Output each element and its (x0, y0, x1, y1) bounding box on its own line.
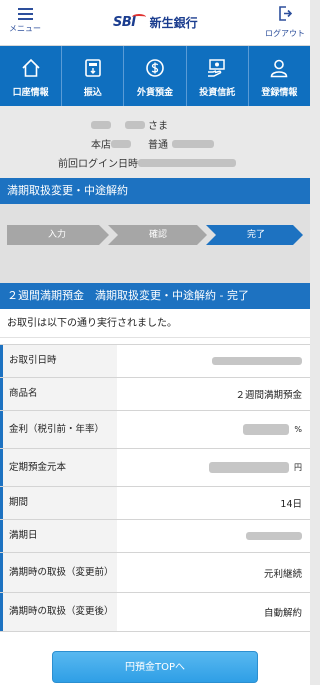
main-nav: 口座情報 振込 外貨預金 投資信託 登録情報 (0, 46, 310, 106)
investment-icon (206, 57, 228, 79)
step-complete: 完了 (246, 230, 265, 240)
row-label: 定期預金元本 (0, 449, 117, 486)
table-row: お取引日時 (0, 344, 310, 377)
nav-item-foreign-deposit[interactable]: 外貨預金 (124, 46, 187, 106)
account-type: 普通 (148, 140, 168, 151)
row-label: 満期日 (0, 520, 117, 552)
detail-table: お取引日時 商品名 ２週間満期預金 金利（税引前・年率） % 定期預金元本 円 … (0, 344, 310, 632)
section-title: 満期取扱変更・中途解約 (0, 178, 310, 204)
table-row: 期間 14日 (0, 486, 310, 519)
step-input: 入力 (47, 230, 66, 240)
masked-branch-number (111, 139, 131, 148)
nav-label: 登録情報 (261, 88, 298, 98)
table-row: 金利（税引前・年率） % (0, 410, 310, 448)
user-icon (269, 57, 289, 79)
logout-button[interactable]: ログアウト (260, 6, 310, 39)
app-header: メニュー SBI 新生銀行 ログアウト (0, 0, 310, 46)
yen-unit: 円 (294, 463, 302, 472)
row-label: 商品名 (0, 378, 117, 410)
last-login-label: 前回ログイン日時 (58, 159, 138, 170)
nav-item-transfer[interactable]: 振込 (62, 46, 125, 106)
brand-name: 新生銀行 (149, 16, 198, 30)
branch-label: 本店 (91, 140, 111, 151)
rate-unit: % (294, 425, 302, 434)
transfer-icon (83, 57, 103, 79)
hamburger-icon (17, 8, 33, 20)
masked-maturity-date (246, 532, 302, 540)
logout-label: ログアウト (265, 29, 305, 38)
masked-interest-rate (243, 424, 290, 435)
masked-transaction-datetime (212, 357, 302, 365)
footer: 円預金TOPへ (0, 632, 310, 685)
row-value: ２週間満期預金 (235, 390, 302, 401)
row-value: 自動解約 (263, 608, 302, 619)
home-icon (21, 57, 41, 79)
table-row: 満期時の取扱（変更後） 自動解約 (0, 592, 310, 632)
currency-icon (145, 57, 165, 79)
row-value: 元利継続 (263, 568, 302, 580)
row-label: 期間 (0, 487, 117, 519)
result-message: お取引は以下の通り実行されました。 (0, 309, 310, 338)
nav-label: 外貨預金 (137, 88, 174, 98)
row-value (117, 520, 310, 552)
nav-item-registration-info[interactable]: 登録情報 (249, 46, 310, 106)
masked-principal (209, 462, 289, 473)
row-label: 金利（税引前・年率） (0, 411, 117, 448)
row-value (117, 345, 310, 377)
result-title: ２週間満期預金 満期取扱変更・中途解約 - 完了 (0, 283, 310, 309)
nav-item-investment-trust[interactable]: 投資信託 (187, 46, 249, 106)
logo-swoosh-icon (131, 13, 146, 20)
logout-icon (279, 6, 293, 21)
masked-name (125, 120, 145, 129)
menu-label: メニュー (9, 24, 41, 33)
nav-label: 投資信託 (199, 88, 236, 98)
masked-last-login (138, 158, 236, 167)
step-confirm: 確認 (148, 230, 167, 240)
nav-label: 振込 (83, 88, 102, 98)
row-value: 14日 (280, 499, 302, 510)
row-label: 満期時の取扱（変更後） (0, 593, 117, 631)
brand-logo: SBI 新生銀行 (113, 13, 198, 31)
table-row: 満期時の取扱（変更前） 元利継続 (0, 552, 310, 592)
menu-button[interactable]: メニュー (0, 6, 50, 34)
step-indicator: 入力 確認 完了 (0, 204, 310, 283)
row-value: 円 (117, 449, 310, 486)
nav-item-account-info[interactable]: 口座情報 (0, 46, 63, 106)
table-row: 満期日 (0, 519, 310, 552)
nav-label: 口座情報 (12, 88, 49, 98)
masked-name (91, 120, 111, 129)
row-value: % (117, 411, 310, 448)
table-row: 定期預金元本 円 (0, 448, 310, 486)
row-label: お取引日時 (0, 345, 117, 377)
user-honorific: さま (148, 121, 168, 132)
table-row: 商品名 ２週間満期預金 (0, 377, 310, 410)
yen-deposit-top-button[interactable]: 円預金TOPへ (52, 651, 258, 683)
user-info: さま 本店 普通 前回ログイン日時 (0, 106, 310, 178)
masked-account-number (172, 139, 214, 148)
row-label: 満期時の取扱（変更前） (0, 553, 117, 592)
